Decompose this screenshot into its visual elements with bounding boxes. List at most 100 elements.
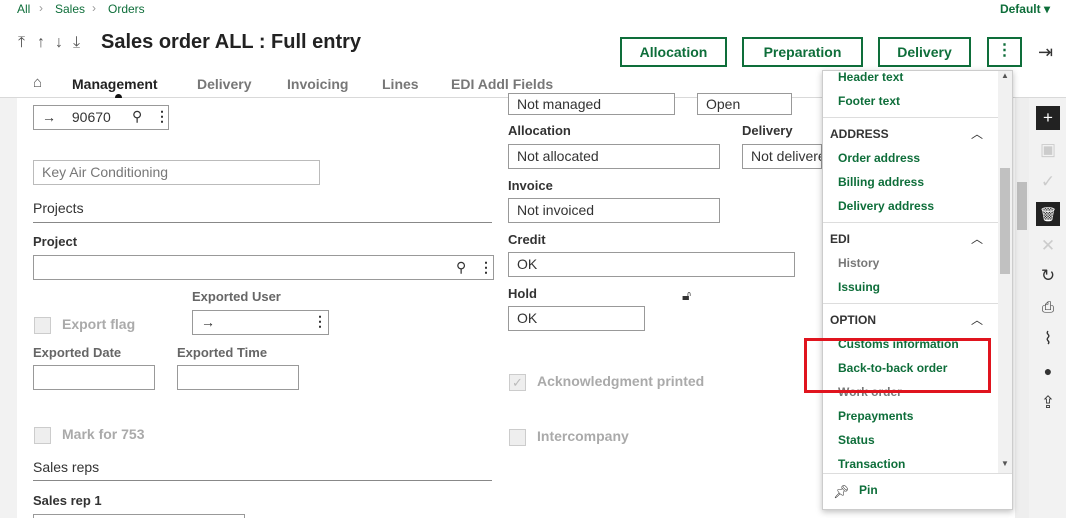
more-vert-icon[interactable]: ⋮ [479, 259, 493, 276]
chevron-up-icon[interactable]: ︿ [971, 125, 983, 142]
top-bar: All › Sales › Orders Default ▾ [0, 0, 1066, 20]
invoice-field[interactable]: Not invoiced [508, 198, 720, 223]
close-icon: ✕ [1040, 236, 1056, 255]
search-icon[interactable]: ⚲ [456, 259, 466, 276]
unlock-icon[interactable]: 🔓︎ [682, 287, 691, 304]
check-icon: ✓ [1040, 172, 1056, 191]
customer-name-field[interactable]: Key Air Conditioning [33, 160, 320, 185]
allocation-field[interactable]: Not allocated [508, 144, 720, 169]
export-flag-checkbox[interactable] [34, 317, 51, 334]
pin-icon[interactable]: 📌︎ [833, 484, 850, 500]
comment-icon[interactable]: ● [1036, 359, 1060, 383]
menu-group-option[interactable]: OPTION [830, 313, 876, 327]
menu-scrollbar-thumb[interactable] [1000, 168, 1010, 274]
hold-field[interactable]: OK [508, 306, 645, 331]
default-selector-label: Default [999, 2, 1041, 16]
invoice-label: Invoice [508, 178, 553, 193]
menu-item-order-address[interactable]: Order address [838, 151, 920, 165]
export-flag-label: Export flag [62, 316, 136, 332]
sales-rep-1-field[interactable] [33, 514, 245, 518]
ack-printed-checkbox[interactable]: ✓ [509, 374, 526, 391]
intercompany-label: Intercompany [537, 428, 629, 444]
menu-group-address[interactable]: ADDRESS [830, 127, 889, 141]
page-title: Sales order ALL : Full entry [101, 31, 362, 53]
chevron-right-icon: › [39, 1, 43, 15]
default-selector[interactable]: Default ▾ [1000, 2, 1050, 16]
exported-time-label: Exported Time [177, 345, 268, 360]
preparation-button[interactable]: Preparation [742, 37, 863, 67]
delivery-field[interactable]: Not delivered [742, 144, 822, 169]
ack-printed-label: Acknowledgment printed [537, 373, 705, 389]
tab-edi-addl-fields[interactable]: EDI Addl Fields [451, 76, 553, 92]
divider [33, 480, 492, 481]
menu-item-history: History [838, 256, 880, 270]
more-vert-icon[interactable]: ⋮ [313, 313, 327, 330]
status-field[interactable]: Not managed [508, 93, 675, 115]
menu-item-header-text[interactable]: Header text [838, 71, 903, 84]
menu-item-billing-address[interactable]: Billing address [838, 175, 924, 189]
save-icon: ▣ [1039, 140, 1057, 159]
menu-item-footer-text[interactable]: Footer text [838, 94, 900, 108]
customer-code-field[interactable]: → 90670 [33, 105, 169, 130]
credit-label: Credit [508, 232, 546, 247]
sales-reps-section-title: Sales reps [33, 459, 100, 475]
plus-icon[interactable]: + [1036, 106, 1060, 130]
previous-record-icon[interactable]: ↑ [37, 34, 45, 52]
scroll-down-icon[interactable]: ▼ [1001, 459, 1009, 468]
tab-delivery[interactable]: Delivery [197, 76, 251, 92]
refresh-icon[interactable]: ↻ [1036, 264, 1060, 288]
credit-field[interactable]: OK [508, 252, 795, 277]
page-scrollbar-thumb[interactable] [1017, 182, 1027, 230]
last-record-icon[interactable]: ⤓ [73, 34, 80, 52]
chevron-up-icon[interactable]: ︿ [971, 311, 983, 328]
breadcrumb-sales[interactable]: Sales [55, 2, 85, 16]
menu-item-delivery-address[interactable]: Delivery address [838, 199, 934, 213]
allocation-button[interactable]: Allocation [620, 37, 727, 67]
print-icon[interactable]: ⎙ [1036, 296, 1060, 320]
customer-code-value: 90670 [71, 109, 111, 125]
more-actions-button[interactable]: ⋮ [987, 37, 1022, 67]
search-icon[interactable]: ⚲ [132, 108, 142, 125]
menu-item-status[interactable]: Status [838, 433, 875, 447]
tab-invoicing[interactable]: Invoicing [287, 76, 348, 92]
share-icon[interactable]: ⇪ [1036, 391, 1060, 415]
tab-lines[interactable]: Lines [382, 76, 419, 92]
arrow-right-icon[interactable]: → [42, 109, 56, 125]
first-record-icon[interactable]: ⤒ [18, 34, 25, 52]
delivery-label: Delivery [742, 123, 793, 138]
delivery-button[interactable]: Delivery [878, 37, 971, 67]
logout-icon[interactable]: ⇥ [1038, 42, 1053, 63]
order-status-field[interactable]: Open [697, 93, 792, 115]
exported-date-field[interactable] [33, 365, 155, 390]
scroll-up-icon[interactable]: ▲ [1001, 71, 1009, 80]
intercompany-checkbox[interactable] [509, 429, 526, 446]
mark-753-checkbox[interactable] [34, 427, 51, 444]
breadcrumb-all[interactable]: All [17, 2, 30, 16]
menu-divider [823, 303, 998, 304]
menu-item-transaction[interactable]: Transaction [838, 457, 905, 471]
menu-divider [823, 117, 998, 118]
breadcrumb-orders[interactable]: Orders [108, 2, 145, 16]
exported-user-label: Exported User [192, 289, 281, 304]
tab-management[interactable]: Management [72, 76, 158, 92]
menu-item-prepayments[interactable]: Prepayments [838, 409, 913, 423]
menu-group-edi[interactable]: EDI [830, 232, 850, 246]
project-label: Project [33, 234, 78, 249]
next-record-icon[interactable]: ↓ [55, 34, 63, 52]
chevron-up-icon[interactable]: ︿ [971, 230, 983, 247]
arrow-right-icon[interactable]: → [201, 314, 215, 330]
home-icon[interactable]: ⌂ [33, 74, 42, 91]
chevron-right-icon: › [92, 1, 96, 15]
project-field[interactable] [33, 255, 494, 280]
more-vert-icon: ⋮ [996, 42, 1013, 59]
allocation-label: Allocation [508, 123, 571, 138]
exported-time-field[interactable] [177, 365, 299, 390]
trash-icon[interactable]: 🗑︎ [1036, 202, 1060, 226]
exported-date-label: Exported Date [33, 345, 122, 360]
page-scrollbar[interactable] [1015, 98, 1029, 518]
more-vert-icon[interactable]: ⋮ [155, 108, 169, 125]
exported-user-field[interactable]: → [192, 310, 329, 335]
paperclip-icon[interactable]: ⌇ [1036, 327, 1060, 351]
menu-item-pin[interactable]: Pin [859, 483, 878, 497]
menu-item-issuing[interactable]: Issuing [838, 280, 880, 294]
